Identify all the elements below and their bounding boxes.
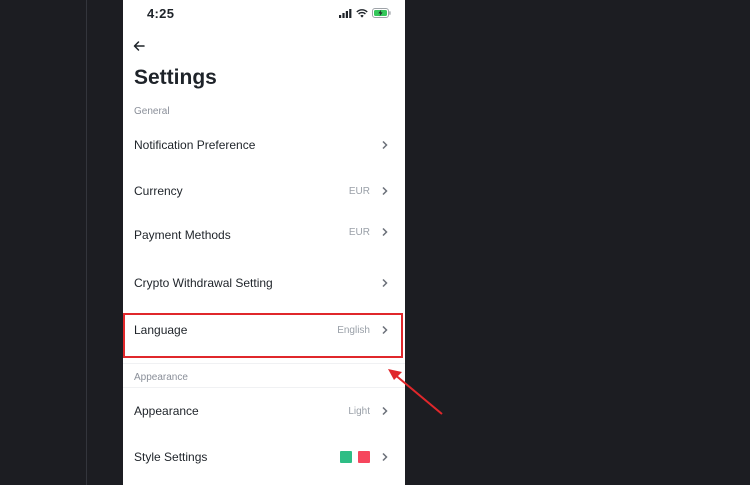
settings-row-currency[interactable]: Currency EUR	[123, 168, 405, 214]
settings-row-crypto-withdrawal[interactable]: Crypto Withdrawal Setting	[123, 260, 405, 306]
divider	[86, 0, 87, 485]
section-divider	[123, 363, 405, 364]
wifi-icon	[356, 8, 368, 18]
chevron-right-icon	[382, 406, 388, 416]
page-title: Settings	[134, 66, 217, 89]
row-label: Style Settings	[134, 450, 208, 464]
battery-charging-icon	[372, 8, 391, 18]
row-value: English	[337, 324, 370, 336]
settings-row-appearance[interactable]: Appearance Light	[123, 388, 405, 434]
row-value: Light	[348, 405, 370, 417]
section-label-general: General	[134, 106, 170, 117]
status-time: 4:25	[147, 6, 175, 21]
chevron-right-icon	[382, 325, 388, 335]
color-swatch-up	[340, 451, 352, 463]
settings-row-notification[interactable]: Notification Preference	[123, 122, 405, 168]
row-label: Notification Preference	[134, 138, 256, 152]
status-icons	[339, 8, 391, 18]
arrow-left-icon[interactable]	[131, 38, 147, 54]
chevron-right-icon	[382, 227, 388, 237]
settings-row-style[interactable]: Style Settings	[123, 434, 405, 480]
screenshot-stage: 4:25 Settings General Notification Prefe…	[0, 0, 750, 485]
settings-row-language[interactable]: Language English	[123, 307, 405, 353]
section-label-appearance: Appearance	[134, 372, 188, 383]
row-value: EUR	[348, 185, 370, 197]
color-swatch-down	[358, 451, 370, 463]
status-bar: 4:25	[123, 0, 405, 30]
chevron-right-icon	[382, 278, 388, 288]
chevron-right-icon	[382, 140, 388, 150]
phone-screen: 4:25 Settings General Notification Prefe…	[123, 0, 405, 485]
row-label: Language	[134, 323, 188, 337]
row-label: Payment Methods	[134, 228, 231, 242]
row-label: Crypto Withdrawal Setting	[134, 276, 273, 290]
row-label: Appearance	[134, 404, 199, 418]
signal-icon	[339, 8, 352, 18]
row-value: EUR	[348, 226, 370, 238]
row-label: Currency	[134, 184, 183, 198]
settings-row-payment-methods[interactable]: Payment Methods EUR	[123, 212, 405, 258]
chevron-right-icon	[382, 186, 388, 196]
chevron-right-icon	[382, 452, 388, 462]
